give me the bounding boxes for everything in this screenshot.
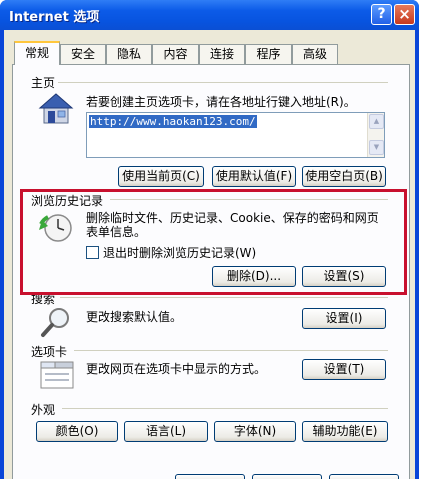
search-settings-button[interactable]: 设置(I) bbox=[302, 308, 386, 329]
home-icon bbox=[38, 93, 74, 124]
scroll-down-arrow-icon[interactable]: ▼ bbox=[369, 140, 384, 155]
tabs-settings-button[interactable]: 设置(T) bbox=[302, 359, 386, 380]
magnifier-icon bbox=[41, 308, 69, 337]
homepage-url-value: http://www.haokan123.com/ bbox=[89, 115, 257, 128]
appearance-group-line bbox=[62, 408, 388, 409]
use-default-button[interactable]: 使用默认值(F) bbox=[212, 166, 296, 187]
appearance-group-label: 外观 bbox=[31, 401, 59, 418]
scroll-up-arrow-icon[interactable]: ▲ bbox=[369, 114, 384, 129]
search-description: 更改搜索默认值。 bbox=[86, 310, 183, 324]
title-bar[interactable]: Internet 选项 ? × bbox=[0, 0, 419, 30]
languages-button[interactable]: 语言(L) bbox=[124, 421, 208, 442]
homepage-group-label: 主页 bbox=[31, 74, 59, 91]
highlight-annotation-box bbox=[20, 189, 407, 295]
use-current-button[interactable]: 使用当前页(C) bbox=[118, 166, 204, 187]
cancel-button-partial[interactable] bbox=[252, 474, 322, 479]
homepage-description: 若要创建主页选项卡，请在各地址行键入地址(R)。 bbox=[86, 95, 356, 109]
tab-security[interactable]: 安全 bbox=[60, 44, 106, 64]
homepage-group-line bbox=[58, 82, 388, 83]
colors-button[interactable]: 颜色(O) bbox=[36, 421, 118, 442]
close-button[interactable]: × bbox=[394, 4, 415, 25]
help-button[interactable]: ? bbox=[371, 4, 392, 25]
url-scrollbar[interactable]: ▲ ▼ bbox=[367, 113, 384, 157]
apply-button-partial[interactable] bbox=[329, 474, 399, 479]
search-group-line bbox=[60, 297, 388, 298]
tabs-group-label: 选项卡 bbox=[31, 343, 71, 360]
tab-privacy[interactable]: 隐私 bbox=[106, 44, 152, 64]
accessibility-button[interactable]: 辅助功能(E) bbox=[302, 421, 388, 442]
ok-button-partial[interactable] bbox=[175, 474, 245, 479]
window-title: Internet 选项 bbox=[9, 10, 100, 25]
tab-programs[interactable]: 程序 bbox=[245, 44, 292, 64]
fonts-button[interactable]: 字体(N) bbox=[214, 421, 296, 442]
tab-advanced[interactable]: 高级 bbox=[292, 44, 338, 64]
tab-connections[interactable]: 连接 bbox=[199, 44, 245, 64]
tabs-group-line bbox=[74, 350, 388, 351]
homepage-url-textarea[interactable]: http://www.haokan123.com/ ▲ ▼ bbox=[86, 112, 385, 158]
use-blank-button[interactable]: 使用空白页(B) bbox=[302, 166, 386, 187]
tabs-icon bbox=[40, 361, 74, 389]
tabs-description: 更改网页在选项卡中显示的方式。 bbox=[86, 362, 267, 376]
tab-content[interactable]: 内容 bbox=[152, 44, 199, 64]
tab-general[interactable]: 常规 bbox=[14, 41, 60, 65]
